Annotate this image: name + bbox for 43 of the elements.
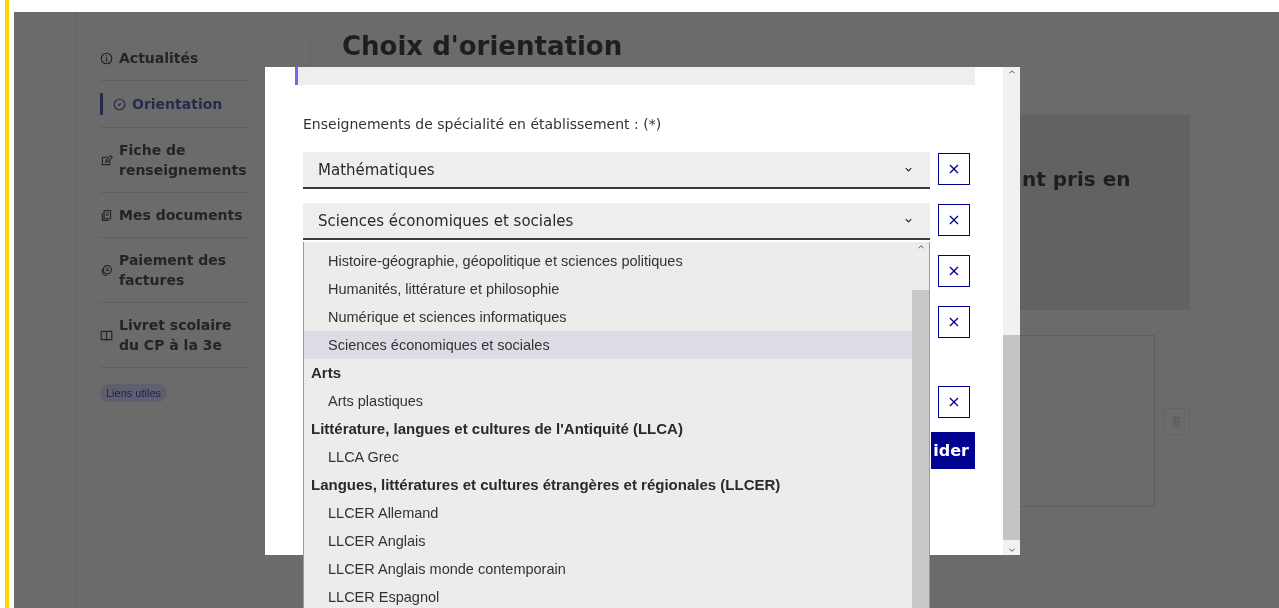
dropdown-option[interactable]: LLCA Grec (304, 443, 912, 471)
sidebar-item-label: Orientation (132, 95, 223, 114)
sidebar-item-label: Mes documents (119, 206, 243, 225)
sidebar-item-label: Livret scolaire du CP à la 3e (119, 316, 233, 355)
scrollbar[interactable] (912, 242, 929, 608)
dropdown-option[interactable]: Histoire-géographie, géopolitique et sciences politiques (304, 247, 912, 275)
remove-button[interactable]: × (938, 306, 970, 338)
documents-icon (100, 208, 113, 222)
option-group-label: Littérature, langues et cultures de l'Antiquité (LLCA) (310, 419, 684, 439)
dropdown-option[interactable]: LLCER Espagnol (304, 583, 912, 608)
sidebar-item-label: Fiche de renseignements (119, 141, 248, 180)
sidebar-item-label: Paiement des factures (119, 251, 228, 290)
dropdown-option[interactable]: Sciences économiques et sociales (304, 331, 912, 359)
option-group-label: Arts (310, 363, 342, 383)
remove-button[interactable]: × (938, 255, 970, 287)
dropdown-option[interactable]: Arts plastiques (304, 387, 912, 415)
dropdown-option[interactable]: Humanités, littérature et philosophie (304, 275, 912, 303)
page-title: Choix d'orientation (342, 30, 624, 63)
submit-button[interactable]: ider (931, 432, 975, 469)
card-heading: nt pris en (1022, 167, 1131, 191)
book-icon (100, 328, 113, 342)
compass-icon (113, 97, 126, 111)
edit-icon (100, 153, 113, 167)
dropdown-option[interactable]: LLCER Allemand (304, 499, 912, 527)
remove-button[interactable]: × (938, 204, 970, 236)
remove-button[interactable]: × (938, 386, 970, 418)
sidebar-item-label: Actualités (119, 49, 199, 68)
dropdown-option[interactable]: LLCER Anglais (304, 527, 912, 555)
select-value: Mathématiques (318, 160, 435, 179)
dropdown-menu[interactable] (303, 242, 930, 608)
select-value: Sciences économiques et sociales (318, 211, 574, 230)
scrollbar[interactable] (1003, 67, 1020, 555)
field-label: Enseignements de spécialité en établissement : (*) (303, 115, 663, 133)
select-field[interactable]: Mathématiques (303, 152, 930, 189)
dropdown-option[interactable]: LLCER Anglais monde contemporain (304, 555, 912, 583)
active-indicator (100, 93, 103, 115)
dropdown-option[interactable]: Numérique et sciences informatiques (304, 303, 912, 331)
select-field[interactable]: Sciences économiques et sociales (303, 203, 930, 240)
text-field[interactable] (295, 67, 975, 85)
info-icon (100, 51, 113, 65)
remove-button[interactable]: × (938, 153, 970, 185)
option-group-label: Langues, littératures et cultures étrangères et régionales (LLCER) (310, 475, 782, 495)
coins-icon (100, 263, 113, 277)
